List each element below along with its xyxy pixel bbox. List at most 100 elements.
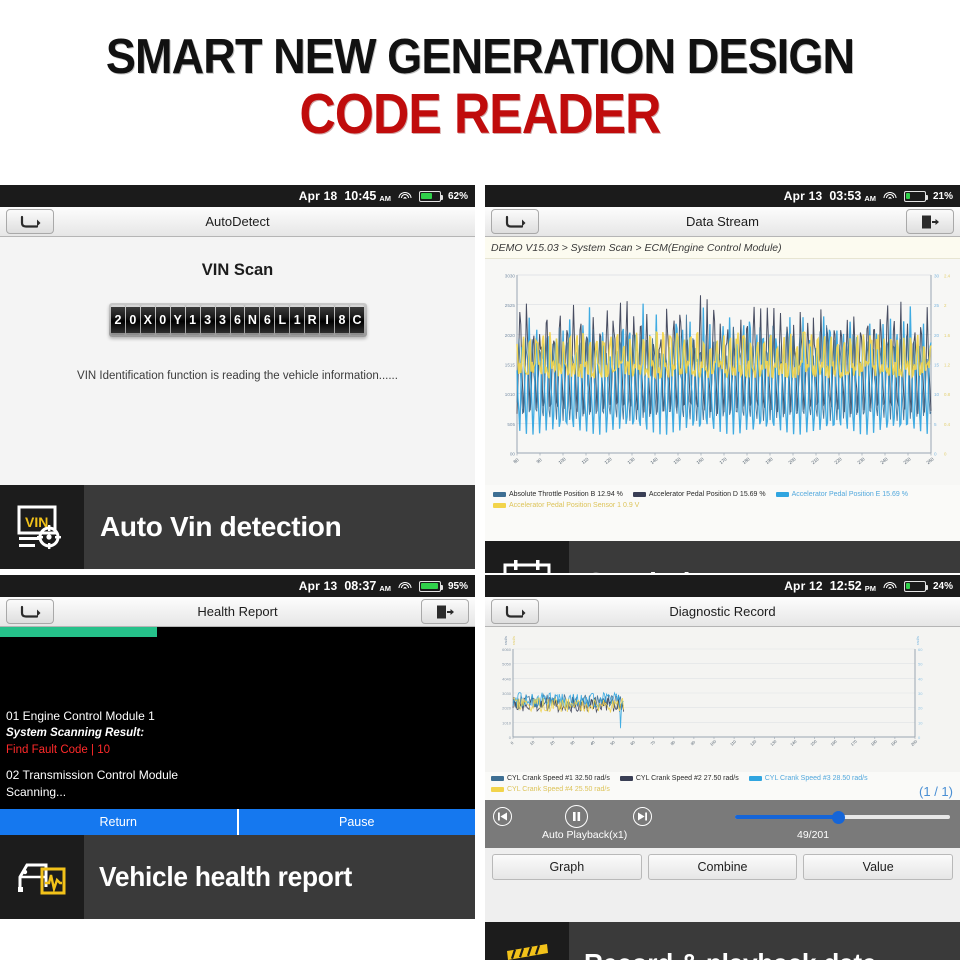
legend-label: CYL Crank Speed #4 25.50 rad/s bbox=[507, 786, 610, 793]
back-arrow-icon bbox=[20, 215, 41, 228]
vin-character: 3 bbox=[215, 305, 230, 335]
pause-button[interactable]: Pause bbox=[236, 809, 475, 835]
step-back-button[interactable] bbox=[493, 807, 512, 826]
vin-character: 6 bbox=[260, 305, 275, 335]
svg-text:2525: 2525 bbox=[505, 303, 516, 308]
diagnostic-record-chart[interactable]: rad/s rad/s rad/s 6060 60 5050 50 4040 40 3030 30 2… bbox=[485, 627, 960, 772]
vin-character: 3 bbox=[200, 305, 215, 335]
vin-reel: 20X0Y1336N6L1RI8C bbox=[108, 303, 367, 337]
legend-swatch bbox=[493, 492, 506, 497]
svg-text:2020: 2020 bbox=[505, 333, 516, 338]
page-title: Diagnostic Record bbox=[669, 604, 776, 619]
step-forward-button[interactable] bbox=[633, 807, 652, 826]
legend-item: CYL Crank Speed #3 28.50 rad/s bbox=[748, 775, 868, 782]
legend-label: Accelerator Pedal Position E 15.69 % bbox=[791, 491, 908, 498]
caption-health-report: Vehicle health report bbox=[0, 835, 475, 919]
back-button[interactable] bbox=[491, 599, 539, 624]
frame-counter: 49/201 bbox=[797, 829, 830, 841]
value-button[interactable]: Value bbox=[803, 854, 954, 880]
headline-secondary: CODE READER bbox=[299, 82, 662, 147]
legend-label: CYL Crank Speed #3 28.50 rad/s bbox=[764, 775, 868, 782]
panel-data-stream: Apr 13 03:53 AM 21% Data Stream DEMO V15… bbox=[485, 185, 960, 573]
bottom-spacer bbox=[485, 886, 960, 922]
device-screen-diagnostic-record: Apr 12 12:52 PM 24% Diagnostic Record ra… bbox=[485, 575, 960, 922]
device-screen-health-report: Apr 13 08:37 AM 95% Health Report 01 Eng… bbox=[0, 575, 475, 835]
svg-text:6060: 6060 bbox=[502, 647, 512, 652]
svg-text:60: 60 bbox=[918, 647, 923, 652]
scan-progress-bar bbox=[0, 627, 475, 637]
graph-button[interactable]: Graph bbox=[492, 854, 642, 880]
svg-text:20: 20 bbox=[934, 333, 940, 338]
vin-character: X bbox=[140, 305, 155, 335]
vin-character: Y bbox=[170, 305, 185, 335]
legend-swatch bbox=[632, 492, 646, 497]
svg-text:1010: 1010 bbox=[502, 720, 512, 725]
return-button[interactable]: Return bbox=[0, 809, 237, 835]
legend-item: Accelerator Pedal Position D 15.69 % bbox=[632, 491, 766, 498]
action-buttons: Return Pause bbox=[0, 809, 475, 835]
back-button[interactable] bbox=[6, 209, 54, 234]
page-indicator: (1 / 1) bbox=[919, 784, 953, 799]
legend-item: CYL Crank Speed #2 27.50 rad/s bbox=[619, 775, 739, 782]
breadcrumb: DEMO V15.03 > System Scan > ECM(Engine C… bbox=[485, 237, 960, 259]
view-mode-buttons: Graph Combine Value bbox=[485, 848, 960, 886]
exit-button[interactable] bbox=[421, 599, 469, 624]
svg-text:5: 5 bbox=[934, 422, 937, 427]
statusbar: Apr 13 03:53 AM 21% bbox=[485, 185, 960, 207]
statusbar-ampm: AM bbox=[864, 193, 876, 203]
scan-log-line: System Scanning Result: bbox=[6, 727, 145, 740]
caption-label: Graph date stream bbox=[569, 567, 828, 573]
back-button[interactable] bbox=[491, 209, 539, 234]
legend-swatch bbox=[619, 776, 633, 781]
caption-icon-box bbox=[485, 922, 569, 960]
svg-text:4040: 4040 bbox=[502, 676, 512, 681]
caption-label: Vehicle health report bbox=[99, 861, 353, 892]
back-button[interactable] bbox=[6, 599, 54, 624]
statusbar-date: Apr 12 bbox=[784, 579, 823, 593]
wifi-icon bbox=[883, 581, 897, 592]
legend-item: Accelerator Pedal Position Sensor 1 0.9 … bbox=[493, 502, 639, 509]
scan-log-line: 02 Transmission Control Module bbox=[6, 767, 179, 782]
vin-character: 0 bbox=[125, 305, 140, 335]
page-title: Health Report bbox=[197, 604, 278, 619]
exit-button[interactable] bbox=[906, 209, 954, 234]
vin-character: 1 bbox=[290, 305, 305, 335]
playback-slider[interactable] bbox=[735, 810, 950, 824]
slider-knob[interactable] bbox=[832, 810, 846, 824]
svg-text:1.6: 1.6 bbox=[944, 333, 951, 338]
step-forward-icon bbox=[638, 812, 647, 821]
statusbar-time: 03:53 bbox=[829, 189, 862, 203]
diagnostic-record-plot: rad/s rad/s rad/s6060 605050 504040 403030 302… bbox=[485, 627, 960, 772]
legend-item: Accelerator Pedal Position E 15.69 % bbox=[775, 491, 908, 498]
scan-log-line: 01 Engine Control Module 1 bbox=[6, 709, 155, 724]
svg-text:5050: 5050 bbox=[502, 662, 512, 667]
statusbar-time: 12:52 bbox=[829, 579, 862, 593]
battery-icon bbox=[418, 580, 444, 592]
data-stream-chart[interactable]: 3030 30 2.4 2525 25 2 2020 20 1.6 1515 15 1.2 1010 10… bbox=[485, 259, 960, 485]
pause-button[interactable] bbox=[565, 805, 588, 828]
titlebar: Diagnostic Record bbox=[485, 597, 960, 627]
svg-text:0.8: 0.8 bbox=[944, 392, 951, 397]
svg-text:30: 30 bbox=[918, 691, 923, 696]
svg-text:rad/s: rad/s bbox=[511, 636, 516, 645]
statusbar-ampm: AM bbox=[379, 583, 391, 593]
device-screen-auto-vin: Apr 18 10:45 AM 62% AutoDetect VIN Scan bbox=[0, 185, 475, 485]
vin-character: 1 bbox=[185, 305, 200, 335]
wifi-icon bbox=[398, 581, 412, 592]
combine-button[interactable]: Combine bbox=[647, 854, 798, 880]
legend-item: CYL Crank Speed #1 32.50 rad/s bbox=[491, 775, 610, 782]
promo-header: SMART NEW GENERATION DESIGN CODE READER bbox=[0, 0, 960, 185]
svg-text:0.4: 0.4 bbox=[944, 422, 951, 427]
caption-label: Auto Vin detection bbox=[100, 511, 342, 542]
svg-text:50: 50 bbox=[918, 662, 923, 667]
caption-icon-box bbox=[485, 541, 569, 573]
caption-data-stream: Graph date stream bbox=[485, 541, 960, 573]
svg-text:10: 10 bbox=[934, 392, 940, 397]
battery-percent: 24% bbox=[932, 580, 953, 592]
svg-text:15: 15 bbox=[934, 363, 940, 368]
svg-text:10: 10 bbox=[918, 720, 923, 725]
page-title: AutoDetect bbox=[205, 214, 270, 229]
vin-character: 8 bbox=[335, 305, 349, 335]
vin-status-message: VIN Identification function is reading t… bbox=[77, 370, 398, 382]
svg-text:3030: 3030 bbox=[502, 691, 512, 696]
